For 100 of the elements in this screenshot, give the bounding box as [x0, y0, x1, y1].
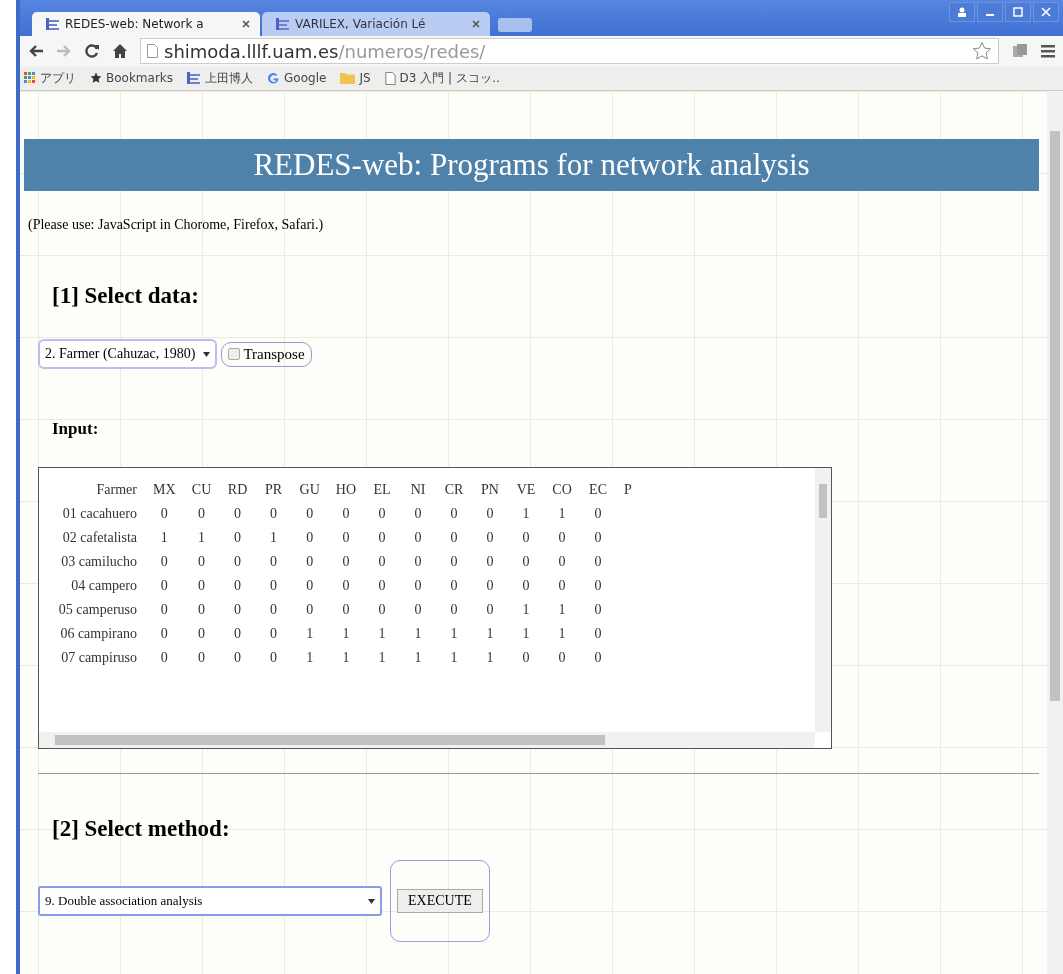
- table-cell-text: 1: [197, 529, 207, 547]
- column-header: Farmer: [95, 481, 138, 499]
- star-icon[interactable]: [972, 41, 992, 61]
- column-header: PN: [480, 481, 500, 499]
- method-select[interactable]: 9. Double association analysis: [38, 886, 382, 916]
- bookmark-item[interactable]: Bookmarks: [90, 71, 174, 85]
- table-cell-text: 0: [557, 529, 567, 547]
- table-cell-text: 1: [521, 625, 531, 643]
- close-icon[interactable]: [1033, 2, 1059, 22]
- table-cell-text: 0: [341, 529, 351, 547]
- page-icon: [187, 72, 202, 84]
- table-cell-text: 0: [197, 625, 207, 643]
- back-icon[interactable]: [28, 44, 44, 58]
- table-cell-text: 1: [521, 505, 531, 523]
- table-cell-text: 0: [377, 505, 387, 523]
- table-cell-text: 0: [233, 625, 243, 643]
- bookmark-item[interactable]: アプリ: [24, 69, 76, 87]
- page-icon: [384, 71, 396, 85]
- row-label: 04 campero: [70, 577, 138, 595]
- table-cell-text: 0: [269, 649, 279, 667]
- column-header: EC: [588, 481, 608, 499]
- section-heading: [2] Select method:: [52, 816, 231, 842]
- table-cell-text: 0: [449, 577, 459, 595]
- page-header: REDES-web: Programs for network analysis: [24, 139, 1039, 191]
- column-header: PR: [264, 481, 284, 499]
- extension-icon[interactable]: [1011, 42, 1029, 60]
- bookmark-item[interactable]: Google: [267, 71, 327, 85]
- star-icon: [90, 72, 102, 84]
- table-cell-text: 0: [197, 505, 207, 523]
- column-header: RD: [226, 481, 249, 499]
- table-cell-text: 0: [341, 601, 351, 619]
- table-cell-text: 0: [377, 577, 387, 595]
- table-cell-text: 0: [557, 553, 567, 571]
- row-label: 01 cacahuero: [61, 505, 138, 523]
- table-cell-text: 0: [197, 601, 207, 619]
- page-icon: [276, 18, 290, 30]
- table-cell-text: 0: [521, 577, 531, 595]
- table-cell-text: 1: [159, 529, 169, 547]
- tab-title: VARILEX, Variación Lé: [295, 17, 427, 31]
- scrollbar[interactable]: [39, 732, 815, 748]
- table-cell-text: 0: [485, 529, 495, 547]
- table-cell-text: 0: [521, 649, 531, 667]
- table-cell-text: 0: [305, 601, 315, 619]
- close-icon[interactable]: [472, 20, 480, 28]
- close-icon[interactable]: [242, 20, 250, 28]
- table-cell-text: 1: [341, 649, 351, 667]
- table-cell-text: 0: [233, 577, 243, 595]
- table-cell-text: 0: [377, 529, 387, 547]
- bookmark-item[interactable]: D3 入門 | スコッ‥: [384, 69, 500, 87]
- row-label: 05 camperuso: [57, 601, 138, 619]
- table-cell-text: 0: [341, 577, 351, 595]
- home-icon[interactable]: [112, 43, 128, 59]
- table-cell-text: 0: [413, 601, 423, 619]
- caret-icon: [368, 898, 375, 904]
- section-heading: [1] Select data:: [52, 283, 200, 309]
- maximize-icon[interactable]: [1005, 2, 1031, 22]
- table-cell-text: 0: [413, 577, 423, 595]
- table-cell-text: 1: [485, 625, 495, 643]
- tab-title: REDES-web: Network a: [65, 17, 205, 31]
- page-icon: [46, 18, 60, 30]
- user-icon[interactable]: [949, 2, 975, 22]
- scrollbar[interactable]: [1047, 91, 1063, 974]
- table-cell-text: 0: [341, 553, 351, 571]
- table-cell-text: 0: [197, 553, 207, 571]
- row-label: 03 camilucho: [60, 553, 138, 571]
- bookmark-item[interactable]: JS: [340, 71, 371, 85]
- table-cell-text: 1: [521, 601, 531, 619]
- transpose-checkbox[interactable]: Transpose: [221, 341, 312, 367]
- table-cell-text: 0: [269, 577, 279, 595]
- page-icon: [147, 44, 158, 58]
- table-cell-text: 0: [557, 577, 567, 595]
- table-cell-text: 0: [593, 553, 603, 571]
- table-cell-text: 1: [305, 625, 315, 643]
- table-cell-text: 0: [485, 553, 495, 571]
- table-cell-text: 0: [593, 577, 603, 595]
- table-cell-text: 0: [159, 553, 169, 571]
- row-label: 02 cafetalista: [61, 529, 138, 547]
- column-header: CU: [190, 481, 213, 499]
- reload-icon[interactable]: [84, 43, 100, 59]
- minimize-icon[interactable]: [977, 2, 1003, 22]
- table-cell-text: 1: [449, 649, 459, 667]
- menu-icon[interactable]: [1041, 44, 1055, 58]
- table-cell-text: 1: [449, 625, 459, 643]
- bookmark-item[interactable]: 上田博人: [187, 69, 254, 87]
- column-header: P: [623, 481, 633, 499]
- browser-tab[interactable]: REDES-web: Network a: [32, 12, 260, 36]
- data-select[interactable]: 2. Farmer (Cahuzac, 1980): [38, 339, 218, 369]
- browser-tab[interactable]: VARILEX, Variación Lé: [262, 12, 490, 36]
- table-cell-text: 0: [233, 649, 243, 667]
- address-bar[interactable]: shimoda.lllf.uam.es/numeros/redes/: [140, 38, 999, 64]
- execute-button[interactable]: EXECUTE: [397, 889, 483, 913]
- table-cell-text: 0: [449, 505, 459, 523]
- table-cell-text: 0: [159, 649, 169, 667]
- scrollbar[interactable]: [815, 468, 831, 732]
- table-cell-text: 0: [233, 529, 243, 547]
- table-cell-text: 1: [413, 625, 423, 643]
- column-header: GU: [298, 481, 321, 499]
- table-cell-text: 0: [557, 649, 567, 667]
- table-cell-text: 0: [305, 553, 315, 571]
- column-header: HO: [334, 481, 358, 499]
